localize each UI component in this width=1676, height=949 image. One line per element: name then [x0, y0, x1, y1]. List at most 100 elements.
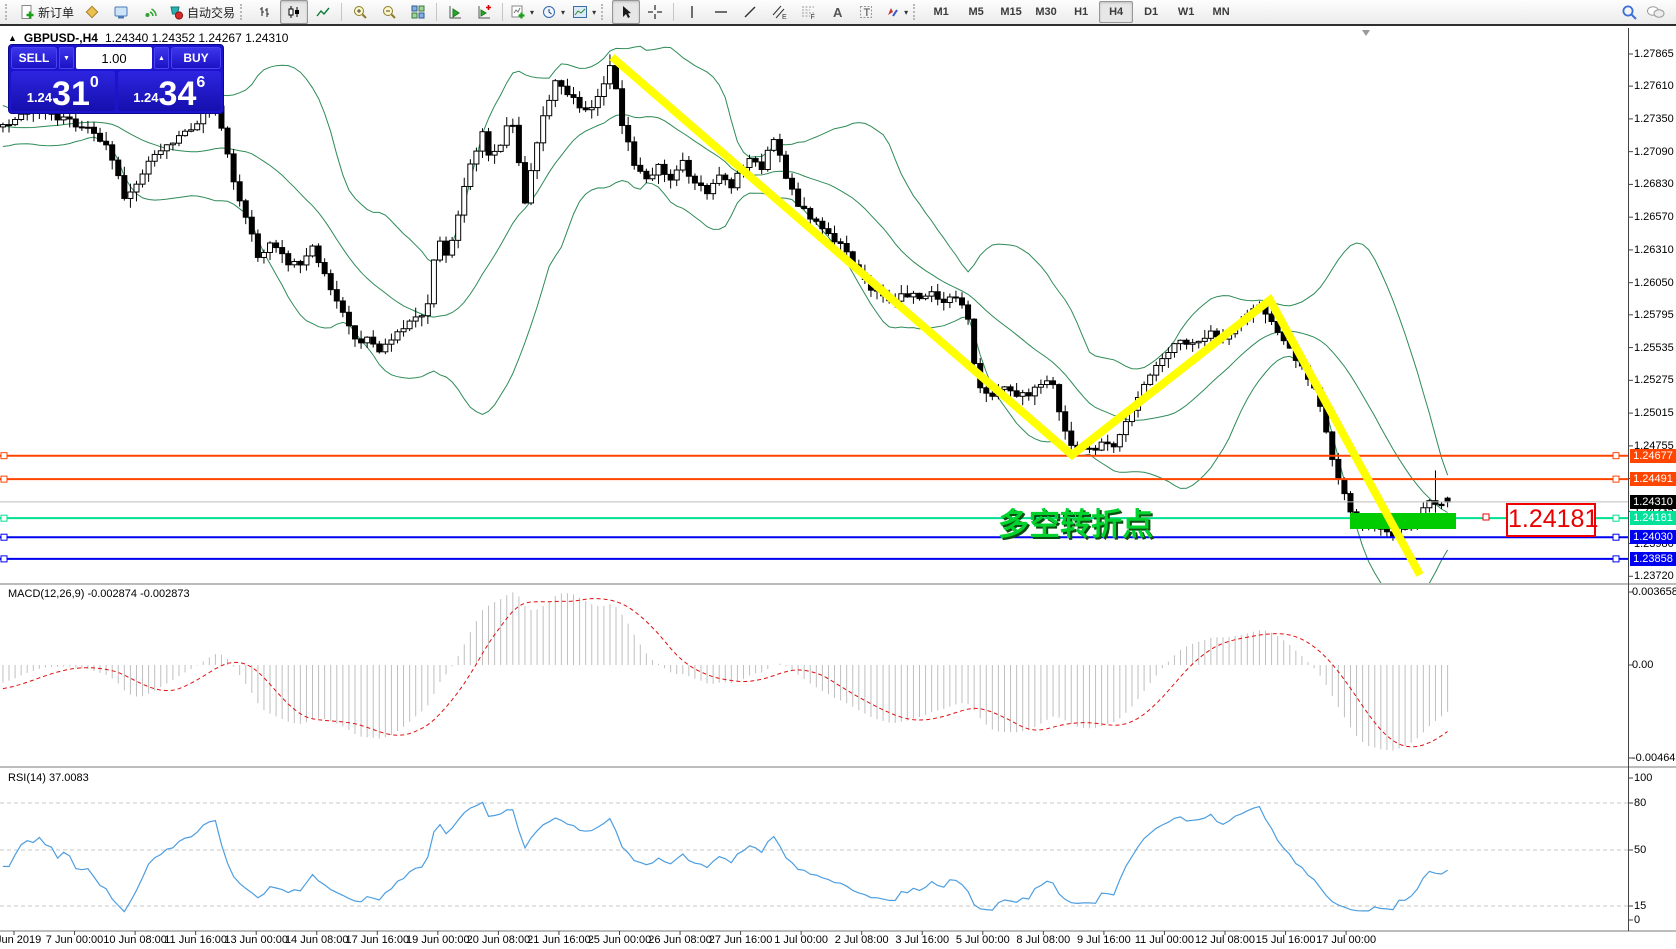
templates-button[interactable]: ▾	[569, 0, 599, 24]
sell-price-point: 0	[90, 74, 99, 92]
macd-tick: 0.003658	[1632, 586, 1676, 598]
volume-up-button[interactable]: ▲	[154, 47, 169, 69]
tf-button-M5[interactable]: M5	[959, 1, 993, 23]
line-chart-button[interactable]	[309, 0, 337, 24]
date-tick: 21 Jun 16:00	[527, 934, 591, 946]
tile-windows-button[interactable]	[404, 0, 432, 24]
axis-line-label: 1.24491	[1630, 472, 1676, 486]
date-tick: 19 Jun 00:00	[406, 934, 470, 946]
bar-chart-icon	[257, 4, 273, 20]
clock-icon	[541, 4, 557, 20]
autotrading-button[interactable]: 自动交易	[165, 0, 238, 24]
symbol-period: GBPUSD-,H4	[24, 31, 98, 45]
horizontal-line-button[interactable]	[707, 0, 735, 24]
price-tick: 1.27090	[1634, 146, 1674, 158]
zoom-in-button[interactable]	[346, 0, 374, 24]
candlestick-chart-button[interactable]	[280, 0, 308, 24]
tf-button-H1[interactable]: H1	[1064, 1, 1098, 23]
toolbar: 新订单 自动交易 ▾ ▾	[0, 0, 1676, 26]
toolbar-grip[interactable]	[913, 4, 920, 20]
date-tick: 20 Jun 08:00	[467, 934, 531, 946]
rsi-label: RSI(14) 37.0083	[8, 772, 89, 784]
indicators-button[interactable]	[441, 0, 469, 24]
search-icon[interactable]	[1621, 4, 1638, 21]
bar-chart-button[interactable]	[251, 0, 279, 24]
rsi-tick: 80	[1634, 797, 1646, 809]
tf-button-M1[interactable]: M1	[924, 1, 958, 23]
chart-title: ▲ GBPUSD-,H4 1.24340 1.24352 1.24267 1.2…	[8, 31, 288, 45]
arrows-icon	[884, 4, 900, 20]
buy-price-pips: 34	[159, 80, 197, 109]
price-tick: 1.27610	[1634, 80, 1674, 92]
tf-button-H4[interactable]: H4	[1099, 1, 1133, 23]
chevron-down-icon: ▾	[561, 8, 565, 17]
chevron-down-icon: ▾	[904, 8, 908, 17]
sell-price[interactable]: 1.24310	[11, 71, 115, 111]
data-window-button[interactable]	[107, 0, 135, 24]
date-tick: 11 Jul 00:00	[1135, 934, 1194, 946]
zoom-out-icon	[381, 4, 397, 20]
indicators-list-button[interactable]	[470, 0, 498, 24]
rsi-tick: 15	[1634, 900, 1646, 912]
chevron-down-icon: ▾	[592, 8, 596, 17]
tf-button-M15[interactable]: M15	[994, 1, 1028, 23]
tf-button-M30[interactable]: M30	[1029, 1, 1063, 23]
crosshair-button[interactable]	[641, 0, 669, 24]
new-order-label: 新订单	[38, 4, 74, 21]
text-button[interactable]: A	[823, 0, 851, 24]
date-tick: 10 Jun 08:00	[103, 934, 167, 946]
cursor-button[interactable]	[612, 0, 640, 24]
tf-button-D1[interactable]: D1	[1134, 1, 1168, 23]
toolbar-grip[interactable]	[5, 4, 12, 20]
text-label-icon: T	[858, 4, 874, 20]
svg-text:E: E	[782, 14, 787, 20]
volume-input[interactable]: 1.00	[76, 47, 152, 69]
signals-button[interactable]	[136, 0, 164, 24]
buy-button[interactable]: BUY	[171, 47, 221, 69]
date-tick: 2 Jul 08:00	[835, 934, 889, 946]
price-tick: 1.23720	[1634, 570, 1674, 582]
trendline-icon	[742, 4, 758, 20]
price-tick: 1.26830	[1634, 178, 1674, 190]
buy-price[interactable]: 1.24346	[118, 71, 222, 111]
date-tick: 9 Jul 16:00	[1077, 934, 1131, 946]
axis-line-label: 1.24677	[1630, 449, 1676, 463]
price-tag-box[interactable]: 1.24181	[1506, 503, 1596, 537]
fibonacci-button[interactable]: F	[794, 0, 822, 24]
market-watch-button[interactable]	[78, 0, 106, 24]
volume-down-button[interactable]: ▼	[59, 47, 74, 69]
tf-button-W1[interactable]: W1	[1169, 1, 1203, 23]
market-watch-icon	[84, 4, 100, 20]
periods-button[interactable]: ▾	[538, 0, 568, 24]
toolbar-grip[interactable]	[240, 4, 247, 20]
chat-icon[interactable]	[1646, 4, 1666, 20]
date-tick: 12 Jul 08:00	[1195, 934, 1255, 946]
axis-line-label: 1.23858	[1630, 552, 1676, 566]
rsi-tick: 0	[1634, 914, 1640, 926]
autotrading-label: 自动交易	[187, 4, 235, 21]
toolbar-grip[interactable]	[601, 4, 608, 20]
equidistant-channel-icon: E	[771, 4, 787, 20]
collapse-panel-icon[interactable]: ▲	[8, 33, 17, 43]
price-tick: 1.25535	[1634, 342, 1674, 354]
annotation-text[interactable]: 多空转折点	[998, 499, 1153, 544]
vertical-line-button[interactable]	[678, 0, 706, 24]
signals-icon	[142, 4, 158, 20]
svg-text:F: F	[811, 14, 815, 20]
new-order-button[interactable]: 新订单	[16, 0, 77, 24]
new-chart-button[interactable]: ▾	[507, 0, 537, 24]
price-tick: 1.27350	[1634, 113, 1674, 125]
data-window-icon	[113, 4, 129, 20]
rsi-tick: 100	[1634, 772, 1652, 784]
sell-button[interactable]: SELL	[11, 47, 57, 69]
zoom-out-button[interactable]	[375, 0, 403, 24]
arrows-button[interactable]: ▾	[881, 0, 911, 24]
cursor-icon	[618, 4, 634, 20]
trendline-button[interactable]	[736, 0, 764, 24]
horizontal-line-icon	[713, 4, 729, 20]
line-chart-icon	[315, 4, 331, 20]
equidistant-channel-button[interactable]: E	[765, 0, 793, 24]
chart-canvas[interactable]	[0, 0, 1676, 949]
text-label-button[interactable]: T	[852, 0, 880, 24]
tf-button-MN[interactable]: MN	[1204, 1, 1238, 23]
